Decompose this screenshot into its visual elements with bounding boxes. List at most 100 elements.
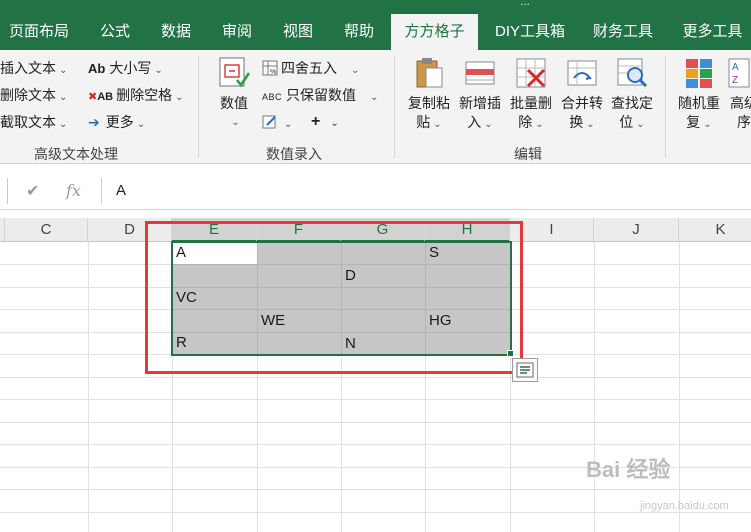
copy-paste-label-2: 贴 ⌄ [416, 114, 442, 130]
chevron-down-icon: ⌄ [484, 119, 493, 130]
row-line [0, 399, 751, 400]
chevron-down-icon: ⌄ [636, 119, 645, 130]
case-icon: Ab [88, 61, 106, 76]
column-line [679, 242, 680, 532]
case-label: 大小写 [109, 60, 152, 76]
row-line [0, 444, 751, 445]
insert-new-label-1: 新增插 [459, 95, 501, 111]
random-repeat-label-1: 随机重 [678, 95, 720, 111]
keep-values-label: 只保留数值 [286, 87, 357, 103]
advanced-sort-button[interactable]: A Z 高级 序 [726, 56, 751, 132]
add-button[interactable]: + ⌄ [311, 112, 339, 132]
insert-text-button[interactable]: 插入文本 ⌄ [0, 58, 67, 78]
chevron-down-icon: ⌄ [59, 119, 68, 130]
chevron-down-icon: ⌄ [370, 92, 379, 103]
chevron-down-icon: ⌄ [351, 65, 360, 76]
tab-fangfang-gezi[interactable]: 方方格子 [391, 14, 478, 50]
tab-page-layout[interactable]: 页面布局 [0, 14, 78, 50]
find-locate-label-2: 位 ⌄ [619, 114, 645, 130]
group-separator [394, 56, 395, 158]
tab-data[interactable]: 数据 [153, 14, 199, 50]
ribbon-panel: 插入文本 ⌄ 删除文本 ⌄ 截取文本 ⌄ Ab 大小写 ⌄ ✖AB 删除空格 ⌄ ➔ 更多 ⌄ 高… [0, 50, 751, 164]
tab-formulas[interactable]: 公式 [92, 14, 138, 50]
sort-icon: A Z [727, 56, 751, 90]
copy-paste-button[interactable]: 复制粘 贴 ⌄ [405, 56, 453, 134]
chevron-down-icon: ⌄ [433, 119, 442, 130]
column-line [88, 242, 89, 532]
tab-diy-toolbox[interactable]: DIY工具箱 [487, 14, 573, 50]
chevron-down-icon: ⌄ [231, 117, 240, 128]
function-icon[interactable]: fx [66, 181, 81, 200]
magnifier-icon [615, 56, 649, 90]
window-title-fragment: ... [520, 0, 531, 8]
tab-finance-tools[interactable]: 财务工具 [585, 14, 661, 50]
number-button[interactable]: 数值 ⌄ [212, 56, 256, 132]
row-line [0, 377, 751, 378]
remove-spaces-label: 删除空格 [116, 87, 173, 103]
merge-convert-label-1: 合并转 [561, 95, 603, 111]
name-box[interactable] [0, 178, 8, 204]
batch-delete-label-1: 批量删 [510, 95, 552, 111]
find-locate-button[interactable]: 查找定 位 ⌄ [608, 56, 656, 134]
round-button[interactable]: % 四舍五入 ⌄ [262, 58, 359, 78]
advanced-sort-label-1: 高级 [730, 95, 751, 111]
merge-convert-label-2: 换 ⌄ [569, 114, 595, 130]
chevron-down-icon: ⌄ [154, 65, 163, 76]
checkmark-icon[interactable]: ✔ [26, 181, 39, 201]
clipboard-icon [412, 56, 446, 90]
chevron-down-icon: ⌄ [535, 119, 544, 130]
insert-rows-icon [463, 56, 497, 90]
chevron-down-icon: ⌄ [59, 65, 68, 76]
case-button[interactable]: Ab 大小写 ⌄ [88, 58, 163, 78]
remove-spaces-button[interactable]: ✖AB 删除空格 ⌄ [88, 85, 184, 105]
formula-input[interactable]: A [116, 182, 126, 199]
worksheet[interactable]: C D E F G H I J K A S D VC WE HG R N Bai… [0, 218, 751, 532]
formula-divider [101, 178, 102, 204]
keep-values-button[interactable]: ABC 只保留数值 ⌄ [262, 85, 378, 105]
column-header-c[interactable]: C [5, 218, 88, 242]
edit-icon [262, 114, 278, 130]
formula-bar: ✔ fx A [0, 172, 751, 210]
tab-review[interactable]: 审阅 [214, 14, 260, 50]
arrow-right-icon: ➔ [88, 114, 100, 130]
merge-convert-button[interactable]: 合并转 换 ⌄ [558, 56, 606, 134]
insert-new-button[interactable]: 新增插 入 ⌄ [456, 56, 504, 134]
chevron-down-icon: ⌄ [136, 119, 146, 130]
random-repeat-button[interactable]: 随机重 复 ⌄ [675, 56, 723, 134]
merge-icon [565, 56, 599, 90]
chevron-down-icon: ⌄ [59, 92, 68, 103]
find-locate-label-1: 查找定 [611, 95, 653, 111]
column-header-j[interactable]: J [594, 218, 679, 242]
extract-text-label: 截取文本 [0, 114, 56, 130]
row-line [0, 489, 751, 490]
chevron-down-icon: ⌄ [175, 92, 184, 103]
highlight-annotation-box [145, 221, 523, 374]
chevron-down-icon: ⌄ [330, 118, 339, 129]
round-icon: % [262, 60, 278, 76]
plus-icon: + [311, 113, 321, 130]
tab-view[interactable]: 视图 [275, 14, 321, 50]
group-label-text: 高级文本处理 [34, 146, 118, 162]
column-header-k[interactable]: K [679, 218, 751, 242]
quick-analysis-button[interactable] [512, 358, 538, 382]
svg-text:A: A [732, 62, 739, 73]
round-label: 四舍五入 [281, 60, 337, 76]
more-text-button[interactable]: ➔ 更多 ⌄ [88, 112, 145, 132]
quick-analysis-icon [516, 362, 534, 378]
chevron-down-icon: ⌄ [284, 119, 293, 130]
chevron-down-icon: ⌄ [586, 119, 595, 130]
group-label-number: 数值录入 [266, 146, 322, 162]
tab-more-tools[interactable]: 更多工具 [674, 14, 751, 50]
baidu-watermark-url: jingyan.baidu.com [640, 500, 729, 512]
edit-tools-button[interactable]: ⌄ [262, 112, 292, 132]
more-text-label: 更多 [105, 114, 134, 130]
tab-help[interactable]: 帮助 [336, 14, 382, 50]
baidu-watermark: Bai 经验 [586, 457, 671, 482]
row-line [0, 512, 751, 513]
delete-text-button[interactable]: 删除文本 ⌄ [0, 85, 67, 105]
batch-delete-button[interactable]: 批量删 除 ⌄ [507, 56, 555, 134]
batch-delete-label-2: 除 ⌄ [518, 114, 544, 130]
extract-text-button[interactable]: 截取文本 ⌄ [0, 112, 67, 132]
ribbon-tab-bar: ... 页面布局 公式 数据 审阅 视图 帮助 方方格子 DIY工具箱 财务工具… [0, 0, 751, 50]
group-separator [665, 56, 666, 158]
